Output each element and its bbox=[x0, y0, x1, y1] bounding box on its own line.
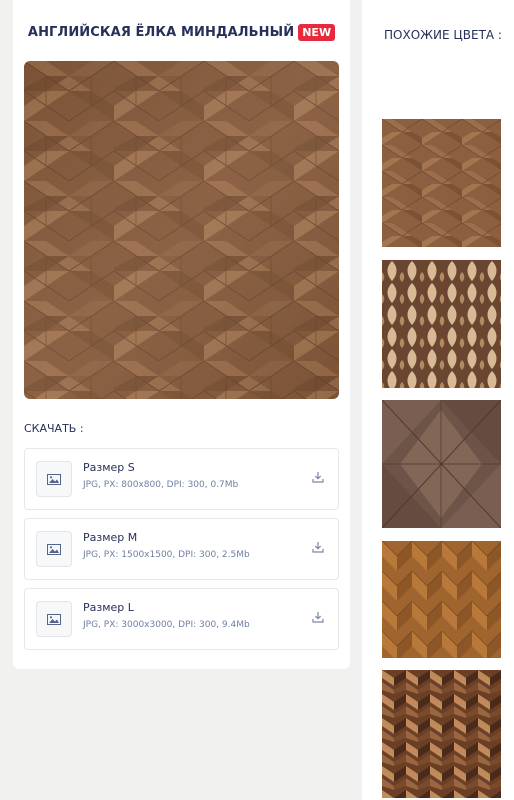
product-header: АНГЛИЙСКАЯ ЁЛКА МИНДАЛЬНЫЙ NEW bbox=[13, 22, 350, 41]
download-icon[interactable] bbox=[311, 609, 325, 623]
product-card: АНГЛИЙСКАЯ ЁЛКА МИНДАЛЬНЫЙ NEW СКАЧАТЬ:… bbox=[13, 0, 350, 669]
image-icon bbox=[36, 601, 72, 637]
similar-colors-title: ПОХОЖИЕ ЦВЕТА : bbox=[384, 28, 502, 42]
download-size-l[interactable]: Размер L JPG, PX: 3000x3000, DPI: 300, 9… bbox=[24, 588, 339, 650]
download-icon[interactable] bbox=[311, 469, 325, 483]
product-title: АНГЛИЙСКАЯ ЁЛКА МИНДАЛЬНЫЙ bbox=[27, 25, 295, 40]
similar-swatch[interactable] bbox=[382, 260, 501, 388]
similar-swatch[interactable] bbox=[382, 119, 501, 247]
download-size-meta: JPG, PX: 800x800, DPI: 300, 0.7Mb bbox=[83, 480, 239, 490]
image-icon bbox=[36, 531, 72, 567]
download-size-meta: JPG, PX: 3000x3000, DPI: 300, 9.4Mb bbox=[83, 620, 250, 630]
similar-swatch[interactable] bbox=[382, 541, 501, 658]
similar-swatch[interactable] bbox=[382, 670, 501, 798]
herringbone-texture bbox=[24, 61, 339, 399]
download-icon[interactable] bbox=[311, 539, 325, 553]
similar-swatch[interactable] bbox=[382, 400, 501, 528]
image-icon bbox=[36, 461, 72, 497]
download-size-s[interactable]: Размер S JPG, PX: 800x800, DPI: 300, 0.7… bbox=[24, 448, 339, 510]
download-section-label: СКАЧАТЬ : bbox=[24, 422, 84, 435]
product-texture-image[interactable] bbox=[24, 61, 339, 399]
new-badge: NEW bbox=[298, 24, 336, 41]
download-size-name: Размер L bbox=[83, 601, 134, 614]
similar-colors-panel: ПОХОЖИЕ ЦВЕТА : bbox=[362, 0, 514, 800]
download-size-m[interactable]: Размер M JPG, PX: 1500x1500, DPI: 300, 2… bbox=[24, 518, 339, 580]
download-size-meta: JPG, PX: 1500x1500, DPI: 300, 2.5Mb bbox=[83, 550, 250, 560]
download-size-name: Размер S bbox=[83, 461, 135, 474]
download-size-name: Размер M bbox=[83, 531, 138, 544]
